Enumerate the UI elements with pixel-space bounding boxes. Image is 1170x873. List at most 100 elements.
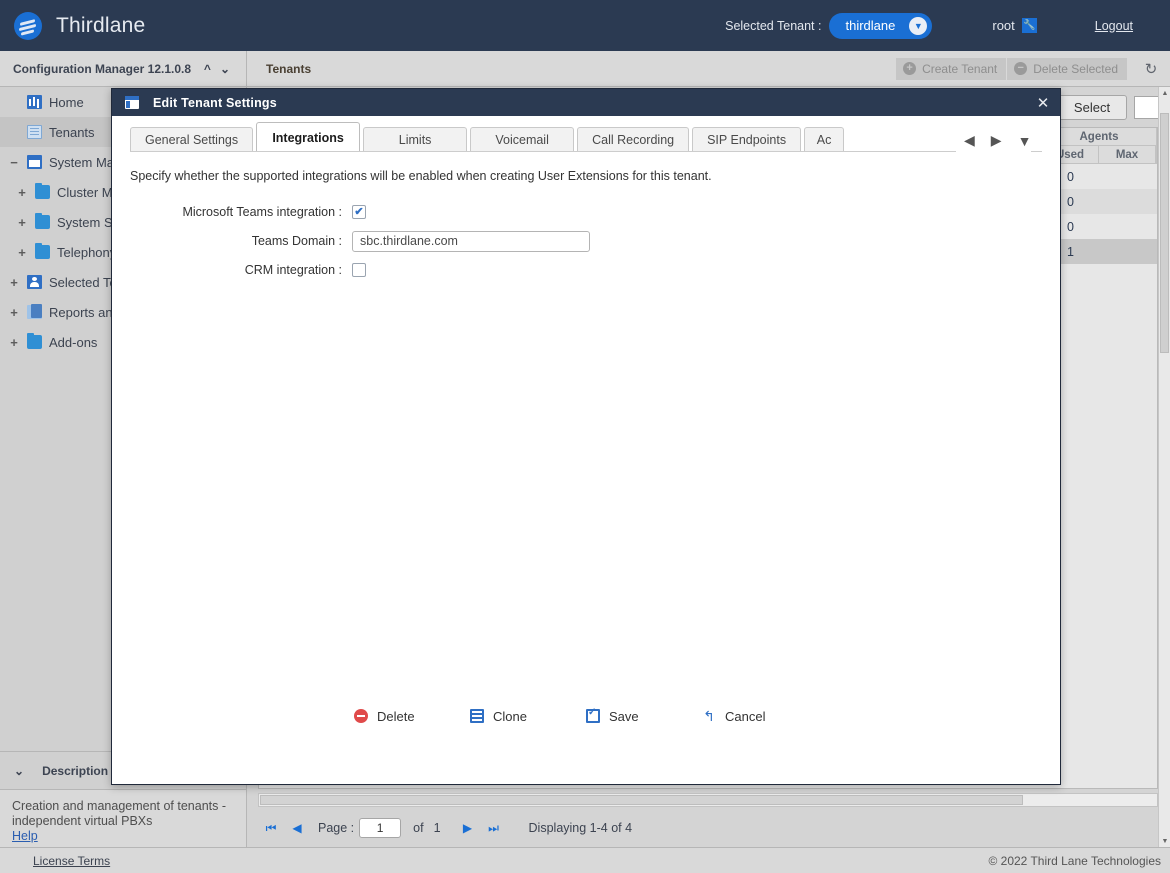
field-row-crm-integration: CRM integration :	[130, 259, 1060, 281]
delete-icon	[354, 709, 368, 723]
grid-horizontal-scrollbar[interactable]	[258, 793, 1158, 807]
help-link[interactable]: Help	[12, 829, 234, 844]
check-icon: ✔	[354, 205, 364, 218]
next-page-icon[interactable]: ▶	[455, 821, 481, 835]
expand-expander-icon[interactable]: +	[16, 185, 28, 200]
delete-selected-button[interactable]: − Delete Selected	[1007, 57, 1127, 80]
logout-link[interactable]: Logout	[1095, 19, 1133, 33]
tab-limits[interactable]: Limits	[363, 127, 468, 152]
minus-icon: −	[1014, 62, 1028, 75]
integrations-hint-text: Specify whether the supported integratio…	[130, 169, 712, 183]
grid-toolbar: + Create Tenant − Delete Selected ↻	[896, 57, 1161, 80]
dialog-title-bar: Edit Tenant Settings ✕	[112, 89, 1060, 116]
tab-integrations[interactable]: Integrations	[256, 122, 361, 152]
grid-subheader-cell[interactable]: Max	[1099, 146, 1156, 163]
tab-strip: General Settings Integrations Limits Voi…	[130, 122, 948, 152]
prev-page-icon[interactable]: ◀	[284, 821, 310, 835]
last-page-icon[interactable]: ⏭	[481, 821, 507, 836]
chevrons-down-icon[interactable]: ⌄	[220, 62, 230, 76]
triangle-down-icon[interactable]: ▼	[1018, 133, 1032, 149]
create-tenant-label: Create Tenant	[922, 61, 998, 76]
grid-cell	[1099, 239, 1157, 264]
save-button[interactable]: Save	[586, 707, 702, 724]
scroll-up-icon[interactable]: ▲	[1159, 87, 1170, 99]
dialog-body: Specify whether the supported integratio…	[112, 152, 1060, 748]
collapse-expander-icon[interactable]: −	[8, 155, 20, 170]
plus-icon: +	[903, 62, 917, 75]
tab-accounts-clipped[interactable]: Ac	[804, 127, 845, 152]
folder-icon	[35, 213, 50, 229]
user-icon	[27, 275, 42, 289]
sidebar-item-label: Tenants	[49, 124, 95, 140]
tab-general-settings[interactable]: General Settings	[130, 127, 254, 152]
save-icon	[586, 707, 600, 723]
of-label: of	[413, 821, 424, 835]
scroll-down-icon[interactable]: ▼	[1159, 835, 1170, 847]
triangle-right-icon[interactable]: ▶	[991, 132, 1002, 149]
page-icon	[27, 125, 42, 139]
sidebar-item-label: Add-ons	[49, 334, 98, 350]
clone-button[interactable]: Clone	[470, 709, 586, 724]
field-row-teams-integration: Microsoft Teams integration : ✔	[130, 201, 1060, 223]
top-header-bar: Thirdlane Selected Tenant : thirdlane ▼ …	[0, 0, 1170, 51]
dialog-action-bar: Delete Clone Save ↰ Cancel	[112, 684, 1060, 748]
license-terms-link[interactable]: License Terms	[33, 854, 110, 868]
page-footer: License Terms © 2022 Third Lane Technolo…	[0, 847, 1170, 873]
chevron-down-icon: ▼	[909, 16, 928, 35]
expand-expander-icon[interactable]: +	[8, 335, 20, 350]
expand-expander-icon[interactable]: +	[16, 245, 28, 260]
chevrons-up-icon[interactable]: ^	[204, 62, 211, 76]
field-row-teams-domain: Teams Domain :	[130, 230, 1060, 252]
total-pages-label: 1	[433, 821, 441, 835]
delete-button[interactable]: Delete	[354, 709, 470, 724]
first-page-icon[interactable]: ⏮	[258, 821, 284, 836]
teams-domain-input[interactable]	[352, 230, 590, 252]
delete-selected-label: Delete Selected	[1033, 61, 1118, 76]
create-tenant-button[interactable]: + Create Tenant	[896, 57, 1007, 80]
undo-icon: ↰	[703, 708, 715, 724]
expand-expander-icon[interactable]: +	[16, 215, 28, 230]
tab-sip-endpoints[interactable]: SIP Endpoints	[692, 127, 802, 152]
edit-tenant-settings-dialog: Edit Tenant Settings ✕ General Settings …	[111, 88, 1061, 785]
wrench-icon[interactable]: 🔧	[1021, 18, 1037, 33]
tenant-selector-dropdown[interactable]: thirdlane ▼	[829, 12, 933, 39]
tab-scroll-controls: ◀ ▶ ▼	[956, 132, 1032, 152]
grid-cell	[1099, 214, 1157, 239]
tab-voicemail[interactable]: Voicemail	[470, 127, 575, 152]
page-label: Page :	[318, 821, 355, 835]
window-icon	[27, 155, 42, 169]
clone-button-label: Clone	[493, 708, 527, 724]
description-text: Creation and management of tenants - ind…	[12, 799, 227, 828]
scrollbar-thumb[interactable]	[260, 795, 1024, 805]
report-icon	[27, 304, 42, 319]
select-button[interactable]: Select	[1057, 94, 1127, 120]
close-icon[interactable]: ✕	[1026, 89, 1060, 116]
refresh-icon[interactable]: ↻	[1141, 60, 1161, 78]
breadcrumb: Tenants	[266, 61, 312, 76]
extra-combo[interactable]	[1134, 95, 1160, 119]
dialog-title: Edit Tenant Settings	[153, 95, 277, 110]
tab-call-recording[interactable]: Call Recording	[577, 127, 690, 152]
grid-cell	[1099, 189, 1157, 214]
teams-integration-label: Microsoft Teams integration :	[182, 205, 342, 219]
triangle-left-icon[interactable]: ◀	[964, 132, 975, 149]
window-icon	[125, 96, 139, 109]
expand-expander-icon[interactable]: +	[8, 275, 20, 290]
save-button-label: Save	[609, 708, 639, 724]
teams-domain-label: Teams Domain :	[251, 234, 342, 248]
displaying-label: Displaying 1-4 of 4	[528, 821, 633, 835]
grid-pager: ⏮ ◀ Page : of 1 ▶ ⏭ Displaying 1-4 of 4	[258, 813, 1158, 843]
cancel-button[interactable]: ↰ Cancel	[702, 709, 818, 724]
tenant-selector-value: thirdlane	[845, 18, 896, 33]
grid-cell	[1099, 164, 1157, 189]
scrollbar-thumb[interactable]	[1160, 113, 1169, 353]
folder-icon	[27, 333, 42, 349]
page-number-input[interactable]	[359, 818, 402, 838]
copyright-label: © 2022 Third Lane Technologies	[988, 853, 1161, 868]
teams-integration-checkbox[interactable]: ✔	[352, 205, 366, 219]
expand-expander-icon[interactable]: +	[8, 305, 20, 320]
brand-area: Thirdlane	[14, 11, 145, 40]
folder-icon	[35, 243, 50, 259]
crm-integration-checkbox[interactable]	[352, 263, 366, 277]
page-vertical-scrollbar[interactable]: ▲ ▼	[1158, 87, 1170, 847]
